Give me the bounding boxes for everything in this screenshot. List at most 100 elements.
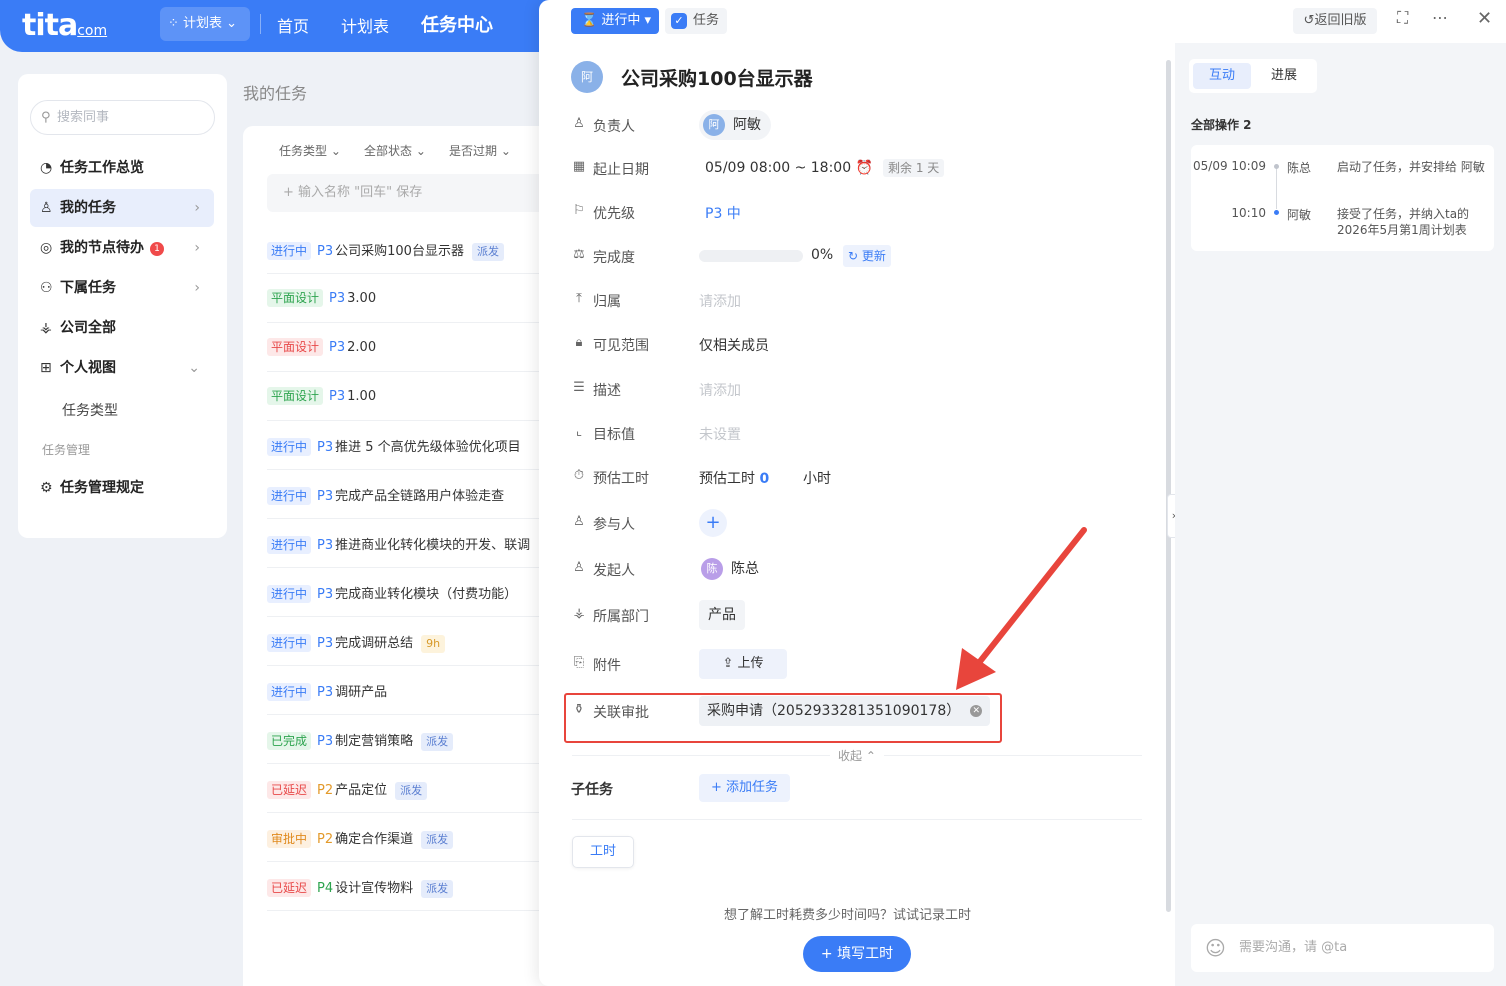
search-input[interactable]: ⚲ 搜索同事 [30, 100, 215, 135]
estimate-value[interactable]: 预估工时 0 [699, 468, 769, 488]
scrollbar[interactable] [1166, 60, 1171, 912]
field-description: ☰ 描述 请添加 [571, 374, 1141, 404]
add-participant-button[interactable]: + [699, 509, 727, 537]
grid-icon: ⁘ [168, 16, 184, 31]
table-row[interactable]: 进行中 P3 公司采购100台显示器 派发 [267, 225, 557, 274]
table-row[interactable]: 已延迟 P4 设计宣传物料 派发 [267, 862, 557, 911]
owner-chip[interactable]: 阿阿敏 [699, 110, 771, 140]
logo[interactable]: titacom [22, 8, 107, 43]
task-name: 推进商业化转化模块的开发、联调 [335, 538, 531, 553]
sidebar-item-rules[interactable]: ⚙ 任务管理规定 [30, 469, 214, 507]
table-row[interactable]: 进行中 P3 完成调研总结 9h [267, 617, 557, 666]
table-row[interactable]: 平面设计 P3 3.00 [267, 274, 557, 323]
table-row[interactable]: 进行中 P3 调研产品 [267, 666, 557, 715]
comment-input[interactable]: ☺ 需要沟通，请 @ta [1191, 924, 1494, 972]
field-visibility: 🔒︎ 可见范围 仅相关成员 [571, 329, 1141, 359]
activity-card: 05/09 10:09 陈总 启动了任务，并安排给 阿敏 10:10 阿敏 接受… [1191, 145, 1494, 251]
filter-task-type[interactable]: 任务类型 ⌄ [279, 142, 341, 159]
department-chip[interactable]: 产品 [699, 600, 745, 630]
update-progress-button[interactable]: ↻ 更新 [843, 245, 891, 267]
initiator-chip[interactable]: 陈陈总 [699, 554, 759, 584]
add-subtask-button[interactable]: + 添加任务 [699, 774, 791, 802]
task-name: 确定合作渠道 [335, 832, 414, 847]
task-name: 完成产品全链路用户体验走查 [335, 489, 505, 504]
table-row[interactable]: 已完成 P3 制定营销策略 派发 [267, 715, 557, 764]
tab-progress[interactable]: 进展 [1255, 63, 1313, 89]
sidebar-item-company[interactable]: ⚶ 公司全部 [30, 309, 214, 347]
table-row[interactable]: 平面设计 P3 1.00 [267, 372, 557, 421]
table-row[interactable]: 平面设计 P3 2.00 [267, 323, 557, 372]
upload-button[interactable]: ⇪ 上传 [699, 649, 787, 679]
row-chip: 派发 [471, 243, 504, 261]
sidebar-item-personal-view[interactable]: ⊞ 个人视图 ⌄ [30, 349, 214, 387]
task-name: 产品定位 [335, 783, 388, 798]
priority-label: P3 [317, 685, 334, 700]
task-name: 1.00 [347, 389, 377, 404]
quick-add-input[interactable]: + 输入名称 "回车" 保存 [267, 174, 557, 212]
row-chip: 9h [421, 635, 446, 653]
priority-label: P3 [317, 244, 334, 259]
upload-arrow-icon: ⤒ [576, 291, 582, 306]
hierarchy-icon: ⚶ [573, 606, 585, 621]
lock-icon: 🔒︎ [575, 335, 583, 350]
date-value[interactable]: 05/09 08:00 ~ 18:00 ⏰ 剩余 1 天 [705, 159, 945, 177]
nav-divider [260, 14, 261, 34]
chevron-right-icon: › [194, 200, 200, 216]
task-title[interactable]: 公司采购100台显示器 [621, 64, 813, 91]
divider [572, 819, 1142, 820]
sidebar-item-node-todo[interactable]: ◎ 我的节点待办 1 › [30, 229, 214, 267]
table-row[interactable]: 已延迟 P2 产品定位 派发 [267, 764, 557, 813]
user-add-icon: ♙ [573, 514, 585, 529]
field-progress: ⚖ 完成度 0% ↻ 更新 [571, 241, 1141, 271]
tab-interaction[interactable]: 互动 [1193, 63, 1251, 89]
field-belong: ⤒ 归属 请添加 [571, 285, 1141, 315]
expand-icon[interactable]: ⛶ [1397, 8, 1408, 28]
clock-check-icon: ◔ [40, 160, 53, 176]
row-content: 已延迟 P4 设计宣传物料 派发 [267, 877, 454, 898]
sidebar-item-subordinate[interactable]: ⚇ 下属任务 › [30, 269, 214, 307]
table-row[interactable]: 进行中 P3 推进商业化转化模块的开发、联调 [267, 519, 557, 568]
avatar: 陈 [701, 558, 723, 580]
filter-overdue[interactable]: 是否过期 ⌄ [449, 142, 511, 159]
nav-plan[interactable]: 计划表 [341, 13, 389, 37]
table-row[interactable]: 进行中 P3 完成产品全链路用户体验走查 [267, 470, 557, 519]
more-icon[interactable]: ⋯ [1432, 8, 1448, 27]
status-badge: 进行中 [267, 634, 312, 652]
row-content: 平面设计 P3 1.00 [267, 387, 376, 405]
nav-task-center[interactable]: 任务中心 [421, 11, 493, 37]
status-badge: 进行中 [267, 683, 312, 701]
row-content: 进行中 P3 推进商业化转化模块的开发、联调 [267, 534, 530, 554]
priority-label: P3 [329, 389, 346, 404]
hourglass-icon: ⌛ [581, 13, 602, 28]
progress-bar[interactable] [699, 250, 803, 262]
description-placeholder[interactable]: 请添加 [699, 380, 741, 400]
fill-worktime-button[interactable]: + 填写工时 [803, 936, 911, 972]
priority-value[interactable]: P3 中 [705, 203, 741, 223]
table-row[interactable]: 进行中 P3 完成商业转化模块（付费功能） [267, 568, 557, 617]
tab-worktime[interactable]: 工时 [572, 836, 634, 868]
belong-placeholder[interactable]: 请添加 [699, 291, 741, 311]
nav-home[interactable]: 首页 [277, 13, 309, 37]
filter-status[interactable]: 全部状态 ⌄ [364, 142, 426, 159]
chevron-right-icon: › [194, 240, 200, 256]
plan-switcher[interactable]: ⁘ 计划表 ⌄ [160, 7, 250, 41]
task-type-button[interactable]: ✓ 任务 [665, 8, 728, 34]
table-row[interactable]: 进行中 P3 推进 5 个高优先级体验优化项目 [267, 421, 557, 470]
close-icon[interactable]: ✕ [1477, 8, 1492, 29]
user-icon: ♙ [573, 116, 585, 131]
back-to-old-version-button[interactable]: ↺返回旧版 [1293, 8, 1377, 34]
sidebar-item-my-tasks[interactable]: ♙ 我的任务 › [30, 189, 214, 227]
collapse-toggle[interactable]: 收起 ⌃ [830, 747, 884, 764]
avatar: 阿 [703, 114, 725, 136]
page-title: 我的任务 [243, 84, 308, 103]
sidebar-item-overview[interactable]: ◔ 任务工作总览 [30, 149, 214, 187]
visibility-value[interactable]: 仅相关成员 [699, 335, 769, 355]
timeline-dot [1274, 164, 1279, 169]
sidebar-sub-task-type[interactable]: 任务类型 [62, 400, 118, 420]
priority-icon: ⚐ [573, 203, 585, 218]
target-placeholder[interactable]: 未设置 [699, 424, 741, 444]
status-dropdown[interactable]: ⌛ 进行中 ▾ [571, 8, 659, 34]
table-row[interactable]: 审批中 P2 确定合作渠道 派发 [267, 813, 557, 862]
status-badge: 平面设计 [267, 387, 324, 405]
row-content: 进行中 P3 调研产品 [267, 681, 387, 701]
